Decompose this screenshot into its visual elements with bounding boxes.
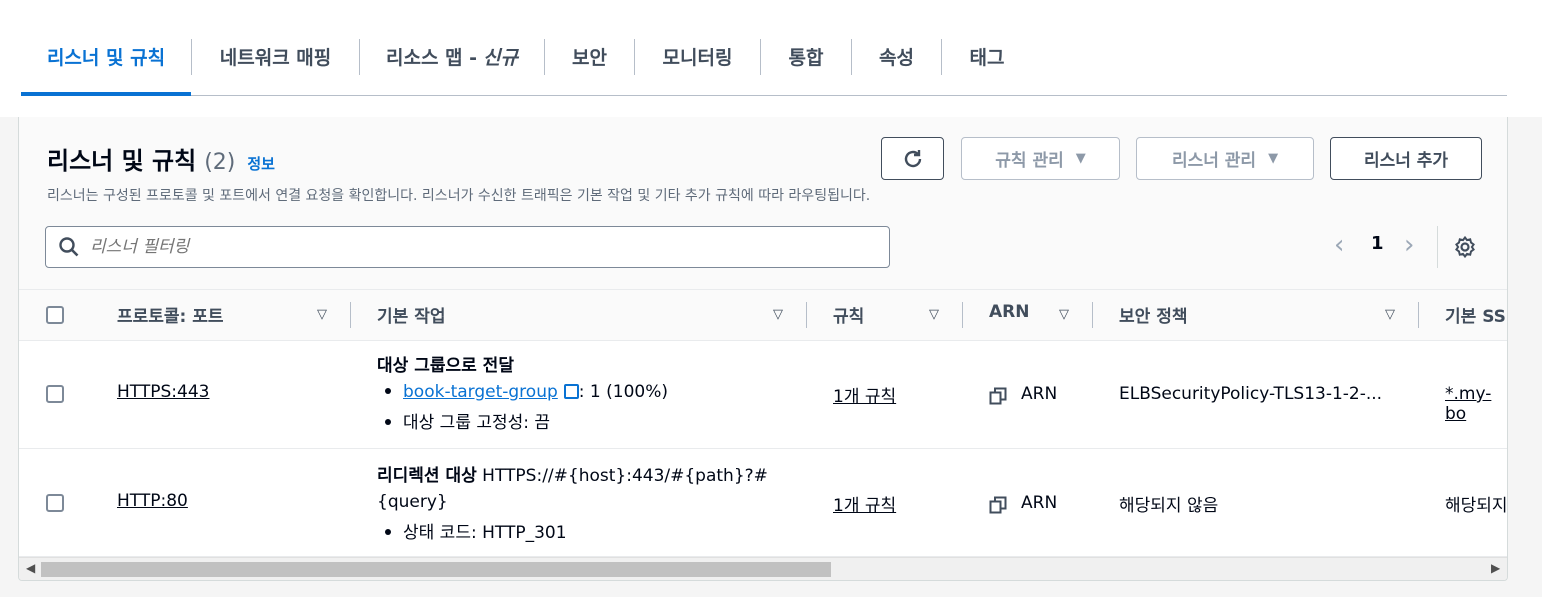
listener-filter	[45, 226, 890, 268]
column-divider[interactable]	[1418, 302, 1419, 328]
security-policy-text: ELBSecurityPolicy-TLS13-1-2-...	[1119, 384, 1383, 404]
redirect-url-query: {query}	[377, 492, 448, 512]
column-header-security-policy[interactable]: 보안 정책	[1119, 302, 1187, 327]
action-title: 리디렉션 대상	[377, 466, 477, 486]
tab-label: 보안	[572, 47, 607, 69]
tab-listeners-rules[interactable]: 리스너 및 규칙	[21, 18, 191, 95]
sort-icon[interactable]: ▽	[773, 307, 783, 322]
column-header-rules[interactable]: 규칙	[833, 302, 864, 327]
column-header-default-ssl[interactable]: 기본 SS	[1445, 302, 1506, 327]
default-action-cell: 대상 그룹으로 전달 book-target-group : 1 (100%) …	[377, 351, 668, 433]
rules-link[interactable]: 1개 규칙	[833, 382, 896, 407]
sort-icon[interactable]: ▽	[1059, 307, 1069, 322]
settings-gear-icon[interactable]	[1453, 235, 1477, 259]
tab-label: 통합	[788, 47, 824, 69]
listener-count: (2)	[204, 150, 236, 175]
tab-label: 모니터링	[662, 47, 733, 69]
action-title: 대상 그룹으로 전달	[377, 356, 514, 376]
arn-text: ARN	[1021, 493, 1058, 513]
active-tab-indicator	[21, 92, 191, 96]
pager-divider	[1437, 226, 1438, 268]
tab-bar: 리스너 및 규칙 네트워크 매핑 리소스 맵 - 신규 보안 모니터링 통합 속성…	[21, 18, 1507, 96]
listener-protocol-link[interactable]: HTTPS:443	[117, 382, 209, 402]
redirect-url: HTTPS://#{host}:443/#{path}?#	[482, 466, 768, 486]
manage-rules-button[interactable]: 규칙 관리 ▼	[961, 137, 1120, 180]
default-ssl-text: 해당되지	[1445, 496, 1508, 516]
rules-link[interactable]: 1개 규칙	[833, 491, 896, 516]
copy-icon[interactable]	[989, 496, 1007, 514]
refresh-icon	[904, 149, 921, 167]
listener-protocol-link[interactable]: HTTP:80	[117, 491, 188, 511]
default-action-cell: 리디렉션 대상 HTTPS://#{host}:443/#{path}?# {q…	[377, 461, 797, 543]
column-divider[interactable]	[350, 302, 351, 328]
sort-icon[interactable]: ▽	[929, 307, 939, 322]
security-policy-text: 해당되지 않음	[1119, 496, 1219, 516]
bullet-dot	[385, 419, 391, 425]
tab-label: 속성	[879, 47, 914, 69]
manage-rules-label: 규칙 관리	[995, 151, 1064, 171]
stickiness-text: 대상 그룹 고정성: 끔	[403, 413, 551, 433]
column-divider[interactable]	[806, 302, 807, 328]
scroll-right-icon[interactable]: ▶	[1491, 561, 1500, 575]
row-checkbox[interactable]	[46, 385, 64, 403]
panel-description: 리스너는 구성된 프로토콜 및 포트에서 연결 요청을 확인합니다. 리스너가 …	[47, 188, 871, 204]
sort-icon[interactable]: ▽	[1385, 307, 1395, 322]
target-group-link[interactable]: book-target-group	[403, 382, 558, 402]
column-divider[interactable]	[962, 302, 963, 328]
caret-down-icon: ▼	[1075, 151, 1086, 166]
table-header: 프로토콜: 포트 ▽ 기본 작업 ▽ 규칙 ▽ ARN ▽ 보안 정책 ▽ 기본…	[19, 289, 1507, 341]
add-listener-button[interactable]: 리스너 추가	[1330, 137, 1482, 180]
select-all-checkbox[interactable]	[46, 306, 64, 324]
page-number[interactable]: 1	[1371, 233, 1384, 254]
listener-filter-input[interactable]	[90, 237, 870, 257]
column-header-arn[interactable]: ARN	[989, 302, 1029, 322]
table-row: HTTP:80 리디렉션 대상 HTTPS://#{host}:443/#{pa…	[19, 449, 1508, 557]
arn-text: ARN	[1021, 384, 1058, 404]
refresh-button[interactable]	[881, 137, 944, 180]
tab-label: 리소스 맵 -	[385, 47, 478, 69]
tab-security[interactable]: 보안	[545, 18, 634, 95]
bullet-dot	[385, 529, 391, 535]
row-checkbox[interactable]	[46, 494, 64, 512]
caret-down-icon: ▼	[1268, 151, 1279, 166]
previous-page-icon[interactable]: ‹	[1334, 230, 1344, 260]
search-icon	[59, 237, 79, 257]
list-item: 대상 그룹 고정성: 끔	[377, 408, 668, 433]
sort-icon[interactable]: ▽	[317, 307, 327, 322]
tab-resource-map[interactable]: 리소스 맵 - 신규	[360, 18, 544, 95]
weight-text: : 1 (100%)	[578, 382, 668, 402]
scroll-left-icon[interactable]: ◀	[26, 561, 35, 575]
scrollbar-thumb[interactable]	[41, 562, 831, 577]
manage-listener-button[interactable]: 리스너 관리 ▼	[1136, 137, 1314, 180]
list-item: book-target-group : 1 (100%)	[377, 382, 668, 402]
bullet-dot	[385, 388, 391, 394]
new-badge: 신규	[483, 47, 518, 69]
tab-attributes[interactable]: 속성	[852, 18, 941, 95]
status-code-text: 상태 코드: HTTP_301	[403, 523, 567, 543]
tab-network-mapping[interactable]: 네트워크 매핑	[192, 18, 359, 95]
horizontal-scrollbar[interactable]: ◀ ▶	[19, 557, 1507, 580]
external-link-icon[interactable]	[563, 384, 579, 399]
redirect-line: 리디렉션 대상 HTTPS://#{host}:443/#{path}?#	[377, 461, 797, 486]
tab-label: 네트워크 매핑	[219, 47, 332, 69]
panel-title: 리스너 및 규칙 (2) 정보	[47, 141, 275, 176]
table-row: HTTPS:443 대상 그룹으로 전달 book-target-group :…	[19, 341, 1507, 449]
tab-monitoring[interactable]: 모니터링	[635, 18, 760, 95]
column-header-default-action[interactable]: 기본 작업	[377, 302, 445, 327]
default-ssl-link[interactable]: *.my-bo	[1445, 384, 1507, 424]
column-divider[interactable]	[1092, 302, 1093, 328]
manage-listener-label: 리스너 관리	[1171, 151, 1257, 171]
tab-label: 태그	[969, 47, 1005, 69]
copy-icon[interactable]	[989, 387, 1007, 405]
panel-title-text: 리스너 및 규칙	[47, 147, 197, 175]
listeners-panel: 리스너 및 규칙 (2) 정보 리스너는 구성된 프로토콜 및 포트에서 연결 …	[18, 117, 1508, 581]
next-page-icon[interactable]: ›	[1404, 230, 1414, 260]
tab-tags[interactable]: 태그	[942, 18, 1032, 95]
column-header-protocol-port[interactable]: 프로토콜: 포트	[117, 302, 224, 327]
info-link[interactable]: 정보	[247, 153, 275, 174]
tab-integration[interactable]: 통합	[761, 18, 851, 95]
list-item: 상태 코드: HTTP_301	[377, 518, 797, 543]
add-listener-label: 리스너 추가	[1363, 151, 1449, 171]
tab-label: 리스너 및 규칙	[46, 47, 166, 69]
